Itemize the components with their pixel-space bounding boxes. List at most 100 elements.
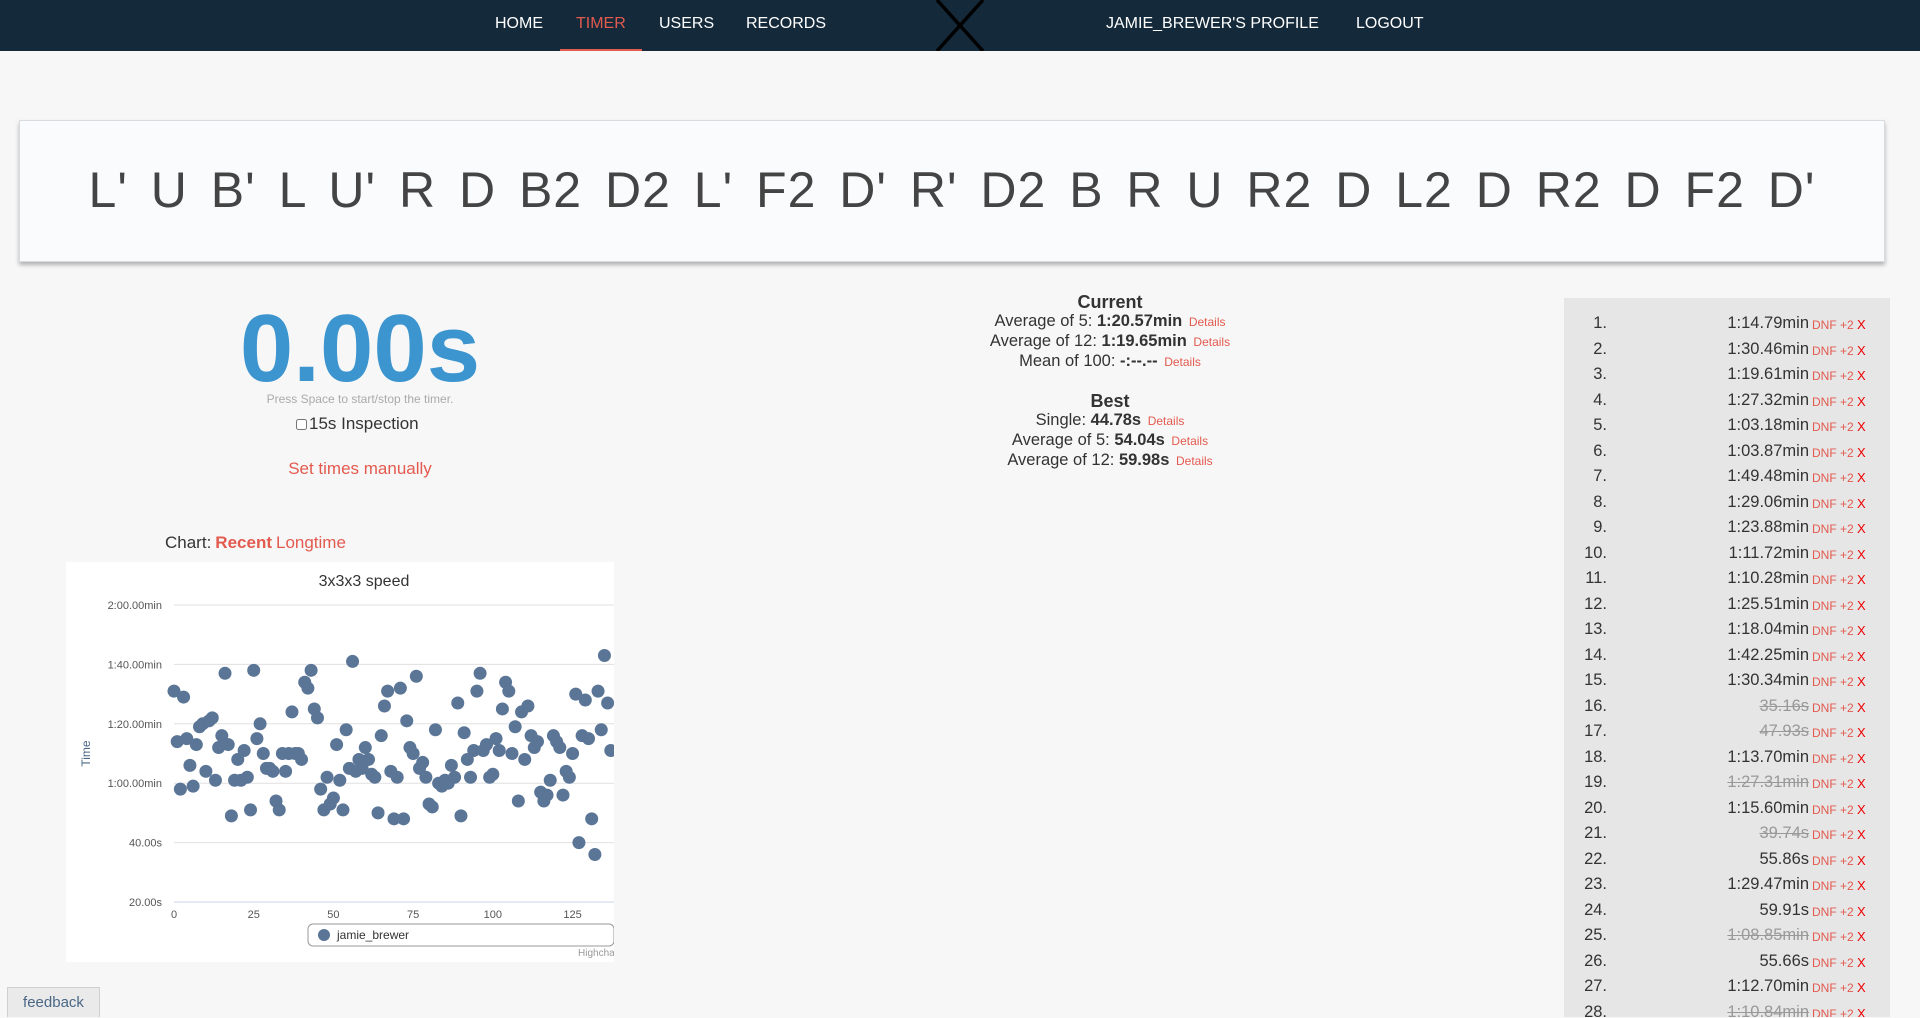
scatter-point[interactable]: [272, 803, 286, 817]
dnf-button[interactable]: DNF: [1812, 777, 1837, 791]
scatter-point[interactable]: [326, 791, 340, 805]
dnf-button[interactable]: DNF: [1812, 395, 1837, 409]
scatter-point[interactable]: [333, 773, 347, 787]
scatter-point[interactable]: [368, 770, 382, 784]
scatter-point[interactable]: [320, 770, 334, 784]
scatter-point[interactable]: [406, 747, 420, 760]
plus2-button[interactable]: +2: [1840, 497, 1854, 511]
scatter-point[interactable]: [578, 693, 592, 707]
delete-solve-button[interactable]: X: [1857, 853, 1866, 868]
plus2-button[interactable]: +2: [1840, 471, 1854, 485]
nav-logout[interactable]: LOGOUT: [1356, 0, 1424, 51]
plus2-button[interactable]: +2: [1840, 318, 1854, 332]
dnf-button[interactable]: DNF: [1812, 675, 1837, 689]
plus2-button[interactable]: +2: [1840, 599, 1854, 613]
dnf-button[interactable]: DNF: [1812, 981, 1837, 995]
inspection-checkbox[interactable]: [296, 419, 307, 431]
scatter-point[interactable]: [518, 752, 532, 766]
delete-solve-button[interactable]: X: [1857, 827, 1866, 842]
scatter-point[interactable]: [521, 699, 535, 713]
plus2-button[interactable]: +2: [1840, 369, 1854, 383]
plus2-button[interactable]: +2: [1840, 905, 1854, 919]
delete-solve-button[interactable]: X: [1857, 317, 1866, 332]
scatter-point[interactable]: [556, 788, 570, 802]
highcharts-credit[interactable]: Highcharts: [578, 948, 614, 959]
scatter-point[interactable]: [540, 788, 554, 802]
delete-solve-button[interactable]: X: [1857, 674, 1866, 689]
delete-solve-button[interactable]: X: [1857, 725, 1866, 740]
scatter-point[interactable]: [221, 738, 235, 752]
best-ao12-details-link[interactable]: Details: [1176, 454, 1213, 468]
scatter-point[interactable]: [416, 755, 430, 769]
scatter-point[interactable]: [199, 764, 213, 778]
delete-solve-button[interactable]: X: [1857, 955, 1866, 970]
scatter-point[interactable]: [310, 711, 324, 725]
dnf-button[interactable]: DNF: [1812, 318, 1837, 332]
scatter-point[interactable]: [572, 836, 586, 850]
plus2-button[interactable]: +2: [1840, 956, 1854, 970]
dnf-button[interactable]: DNF: [1812, 548, 1837, 562]
nav-records[interactable]: RECORDS: [746, 0, 826, 51]
delete-solve-button[interactable]: X: [1857, 547, 1866, 562]
scatter-point[interactable]: [244, 803, 258, 817]
delete-solve-button[interactable]: X: [1857, 598, 1866, 613]
plus2-button[interactable]: +2: [1840, 573, 1854, 587]
best-single-details-link[interactable]: Details: [1148, 414, 1185, 428]
scatter-point[interactable]: [314, 782, 328, 796]
scatter-point[interactable]: [543, 773, 557, 787]
scatter-point[interactable]: [374, 729, 388, 743]
scatter-point[interactable]: [566, 747, 580, 760]
dnf-button[interactable]: DNF: [1812, 471, 1837, 485]
scatter-point[interactable]: [444, 758, 458, 772]
scatter-point[interactable]: [330, 738, 344, 752]
scatter-point[interactable]: [492, 744, 506, 758]
plus2-button[interactable]: +2: [1840, 650, 1854, 664]
dnf-button[interactable]: DNF: [1812, 930, 1837, 944]
plus2-button[interactable]: +2: [1840, 879, 1854, 893]
dnf-button[interactable]: DNF: [1812, 752, 1837, 766]
scatter-point[interactable]: [419, 770, 433, 784]
current-ao5-details-link[interactable]: Details: [1189, 315, 1226, 329]
plus2-button[interactable]: +2: [1840, 930, 1854, 944]
plus2-button[interactable]: +2: [1840, 854, 1854, 868]
scatter-point[interactable]: [205, 711, 219, 725]
dnf-button[interactable]: DNF: [1812, 573, 1837, 587]
scatter-point[interactable]: [186, 779, 200, 793]
delete-solve-button[interactable]: X: [1857, 572, 1866, 587]
inspection-toggle[interactable]: 15s Inspection: [296, 414, 419, 434]
dnf-button[interactable]: DNF: [1812, 1007, 1837, 1018]
plus2-button[interactable]: +2: [1840, 675, 1854, 689]
scatter-point[interactable]: [189, 738, 203, 752]
plus2-button[interactable]: +2: [1840, 548, 1854, 562]
scatter-point[interactable]: [448, 770, 462, 784]
dnf-button[interactable]: DNF: [1812, 854, 1837, 868]
dnf-button[interactable]: DNF: [1812, 879, 1837, 893]
dnf-button[interactable]: DNF: [1812, 624, 1837, 638]
dnf-button[interactable]: DNF: [1812, 497, 1837, 511]
nav-profile[interactable]: JAMIE_BREWER'S PROFILE: [1106, 0, 1319, 51]
scatter-point[interactable]: [247, 663, 261, 677]
plus2-button[interactable]: +2: [1840, 701, 1854, 715]
scatter-point[interactable]: [470, 684, 484, 698]
plus2-button[interactable]: +2: [1840, 726, 1854, 740]
scatter-point[interactable]: [530, 735, 544, 749]
scatter-point[interactable]: [397, 812, 411, 826]
delete-solve-button[interactable]: X: [1857, 980, 1866, 995]
dnf-button[interactable]: DNF: [1812, 446, 1837, 460]
scatter-point[interactable]: [295, 752, 309, 766]
scatter-point[interactable]: [279, 764, 293, 778]
scatter-point[interactable]: [336, 803, 350, 817]
plus2-button[interactable]: +2: [1840, 446, 1854, 460]
scatter-point[interactable]: [562, 770, 576, 784]
dnf-button[interactable]: DNF: [1812, 828, 1837, 842]
scatter-point[interactable]: [266, 764, 280, 778]
plus2-button[interactable]: +2: [1840, 624, 1854, 638]
dnf-button[interactable]: DNF: [1812, 599, 1837, 613]
scatter-point[interactable]: [597, 648, 611, 662]
delete-solve-button[interactable]: X: [1857, 929, 1866, 944]
scatter-point[interactable]: [581, 732, 595, 746]
delete-solve-button[interactable]: X: [1857, 751, 1866, 766]
scatter-point[interactable]: [473, 666, 487, 680]
scatter-point[interactable]: [400, 714, 414, 728]
scatter-point[interactable]: [502, 684, 516, 698]
